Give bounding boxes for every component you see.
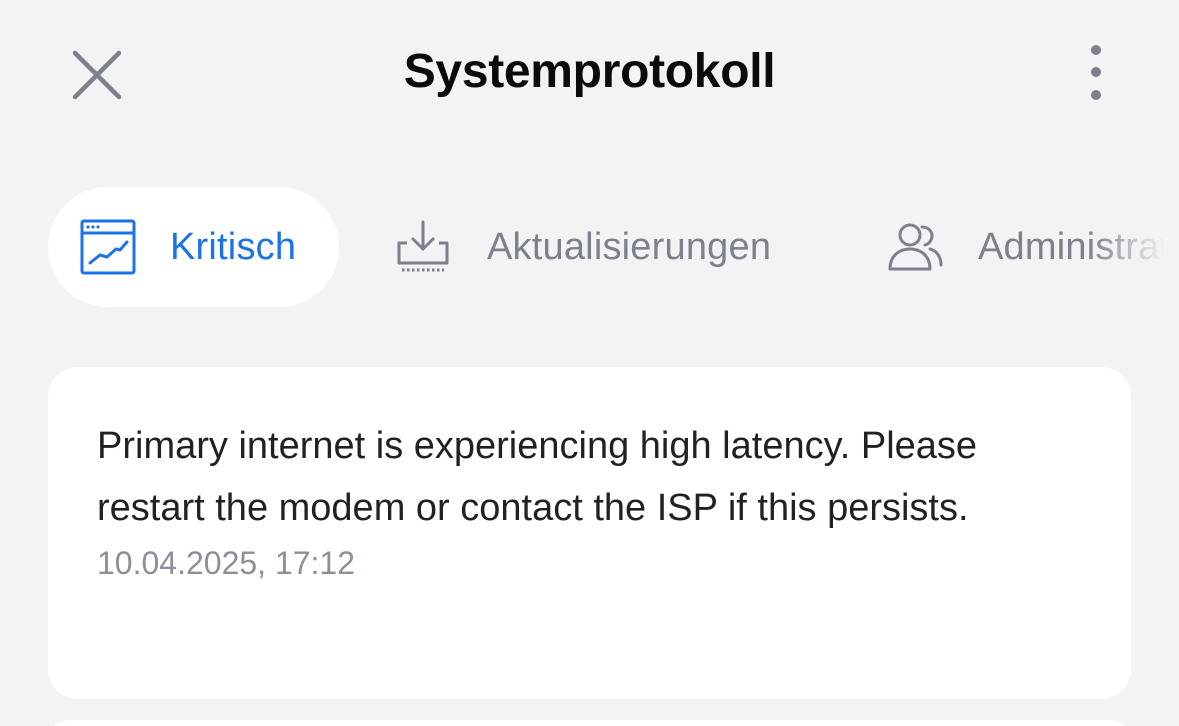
users-icon [888,223,943,271]
header: Systemprotokoll [0,0,1179,150]
system-log-screen: Systemprotokoll Kritisch Aktualisierunge… [0,0,1179,726]
chart-window-icon [80,219,136,275]
page-title: Systemprotokoll [403,45,776,98]
tab-administrator[interactable]: Administrator [886,187,1179,307]
tab-kritisch[interactable]: Kritisch [48,187,339,307]
tab-label: Administrator [978,225,1179,268]
download-tray-icon [397,220,449,272]
tab-label: Aktualisierungen [487,225,772,268]
log-entry-card-partial[interactable] [48,720,1131,726]
log-entry-card[interactable]: Primary internet is experiencing high la… [48,367,1131,699]
log-timestamp: 10.04.2025, 17:12 [97,545,356,581]
tab-aktualisierungen[interactable]: Aktualisierungen [395,187,771,307]
log-message: Primary internet is experiencing high la… [97,425,978,529]
tab-label: Kritisch [170,225,297,268]
more-options-button[interactable] [1070,38,1122,112]
more-vertical-icon [1091,45,1101,100]
tab-bar: Kritisch Aktualisierungen Administrator [0,187,1179,307]
